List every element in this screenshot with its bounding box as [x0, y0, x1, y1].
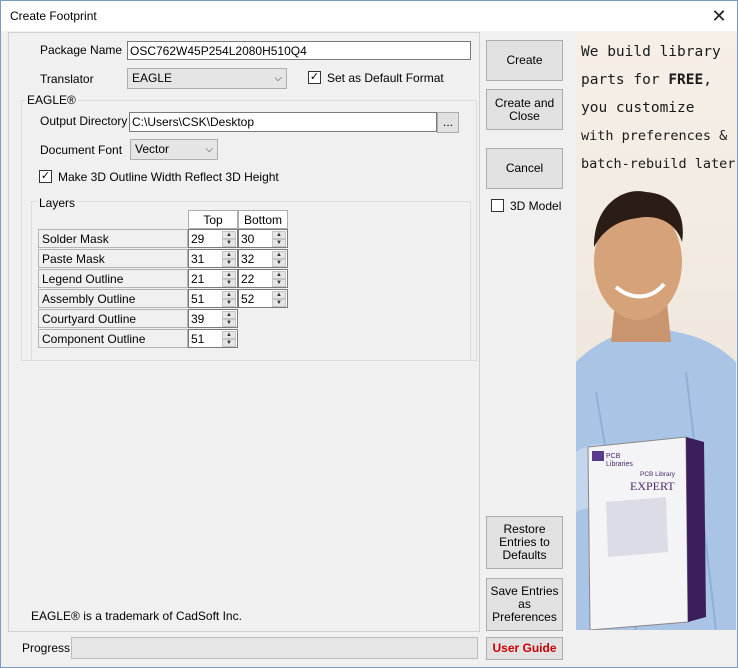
spin-down-icon[interactable]: ▼: [222, 279, 236, 287]
title-bar: Create Footprint ✕: [1, 1, 737, 31]
spin-up-icon[interactable]: ▲: [222, 291, 236, 299]
spin-down-icon[interactable]: ▼: [222, 299, 236, 307]
document-font-select[interactable]: Vector ⌵: [130, 139, 218, 160]
window-title: Create Footprint: [10, 9, 97, 23]
set-default-checkbox[interactable]: ✓: [308, 71, 321, 84]
create-button[interactable]: Create: [486, 40, 563, 81]
spin-down-icon[interactable]: ▼: [272, 259, 286, 267]
assembly-outline-bottom-stepper[interactable]: 52 ▲ ▼: [238, 289, 288, 308]
checkmark-icon: ✓: [309, 71, 320, 83]
solder-mask-top-stepper[interactable]: 29 ▲ ▼: [188, 229, 238, 248]
advertisement-banner[interactable]: We build library parts for FREE, you cus…: [576, 32, 736, 630]
svg-text:PCB Library: PCB Library: [640, 471, 676, 478]
layer-row-assembly-outline: Assembly Outline: [38, 289, 188, 308]
spin-up-icon[interactable]: ▲: [222, 331, 236, 339]
3d-model-label: 3D Model: [510, 199, 562, 213]
courtyard-outline-top-stepper[interactable]: 39 ▲ ▼: [188, 309, 238, 328]
browse-button[interactable]: ...: [437, 112, 459, 133]
spin-down-icon[interactable]: ▼: [272, 299, 286, 307]
package-name-label: Package Name: [40, 43, 123, 57]
spin-up-icon[interactable]: ▲: [272, 271, 286, 279]
main-panel: Package Name OSC762W45P254L2080H510Q4 Tr…: [8, 32, 480, 632]
eagle-group-title: EAGLE®: [25, 93, 78, 107]
svg-text:Libraries: Libraries: [606, 461, 633, 468]
trademark-note: EAGLE® is a trademark of CadSoft Inc.: [31, 609, 242, 623]
legend-outline-top-stepper[interactable]: 21 ▲ ▼: [188, 269, 238, 288]
spin-up-icon[interactable]: ▲: [272, 231, 286, 239]
layer-row-paste-mask: Paste Mask: [38, 249, 188, 268]
svg-text:PCB: PCB: [606, 453, 621, 460]
chevron-down-icon: ⌵: [274, 73, 282, 84]
make-3d-outline-checkbox[interactable]: ✓: [39, 170, 52, 183]
layer-row-component-outline: Component Outline: [38, 329, 188, 348]
layers-column-bottom: Bottom: [238, 210, 288, 229]
checkmark-icon: ✓: [40, 170, 51, 182]
translator-label: Translator: [40, 72, 94, 86]
spin-down-icon[interactable]: ▼: [222, 239, 236, 247]
spin-down-icon[interactable]: ▼: [222, 259, 236, 267]
product-box: PCB Libraries PCB Library EXPERT: [587, 436, 706, 630]
output-directory-label: Output Directory: [40, 114, 128, 128]
save-preferences-button[interactable]: Save Entries as Preferences: [486, 578, 563, 631]
paste-mask-top-stepper[interactable]: 31 ▲ ▼: [188, 249, 238, 268]
progress-bar: [71, 637, 478, 659]
spin-up-icon[interactable]: ▲: [222, 231, 236, 239]
user-guide-button[interactable]: User Guide: [486, 637, 563, 660]
svg-text:EXPERT: EXPERT: [630, 479, 675, 493]
solder-mask-bottom-stepper[interactable]: 30 ▲ ▼: [238, 229, 288, 248]
progress-label: Progress: [22, 641, 71, 655]
chevron-down-icon: ⌵: [205, 144, 213, 155]
package-name-input[interactable]: OSC762W45P254L2080H510Q4: [127, 41, 471, 60]
spin-up-icon[interactable]: ▲: [272, 251, 286, 259]
spin-up-icon[interactable]: ▲: [222, 311, 236, 319]
translator-select[interactable]: EAGLE ⌵: [127, 68, 287, 89]
restore-defaults-button[interactable]: Restore Entries to Defaults: [486, 516, 563, 569]
document-font-label: Document Font: [40, 143, 123, 157]
make-3d-outline-label: Make 3D Outline Width Reflect 3D Height: [58, 170, 279, 184]
document-font-value: Vector: [135, 142, 170, 156]
cancel-button[interactable]: Cancel: [486, 148, 563, 189]
ad-illustration: PCB Libraries PCB Library EXPERT: [576, 191, 736, 630]
3d-model-checkbox[interactable]: [491, 199, 504, 212]
close-icon[interactable]: ✕: [701, 1, 737, 31]
legend-outline-bottom-stepper[interactable]: 22 ▲ ▼: [238, 269, 288, 288]
layers-group-title: Layers: [37, 196, 78, 210]
spin-down-icon[interactable]: ▼: [222, 339, 236, 347]
pcb-libraries-logo-icon: [592, 451, 604, 461]
assembly-outline-top-stepper[interactable]: 51 ▲ ▼: [188, 289, 238, 308]
spin-up-icon[interactable]: ▲: [222, 271, 236, 279]
layer-row-legend-outline: Legend Outline: [38, 269, 188, 288]
layer-row-courtyard-outline: Courtyard Outline: [38, 309, 188, 328]
spin-up-icon[interactable]: ▲: [272, 291, 286, 299]
spin-up-icon[interactable]: ▲: [222, 251, 236, 259]
spin-down-icon[interactable]: ▼: [272, 279, 286, 287]
layer-row-solder-mask: Solder Mask: [38, 229, 188, 248]
spin-down-icon[interactable]: ▼: [272, 239, 286, 247]
spin-down-icon[interactable]: ▼: [222, 319, 236, 327]
paste-mask-bottom-stepper[interactable]: 32 ▲ ▼: [238, 249, 288, 268]
create-and-close-button[interactable]: Create and Close: [486, 89, 563, 130]
output-directory-input[interactable]: C:\Users\CSK\Desktop: [129, 112, 437, 132]
set-default-label: Set as Default Format: [327, 71, 444, 85]
component-outline-top-stepper[interactable]: 51 ▲ ▼: [188, 329, 238, 348]
translator-value: EAGLE: [132, 71, 173, 85]
layers-column-top: Top: [188, 210, 238, 229]
